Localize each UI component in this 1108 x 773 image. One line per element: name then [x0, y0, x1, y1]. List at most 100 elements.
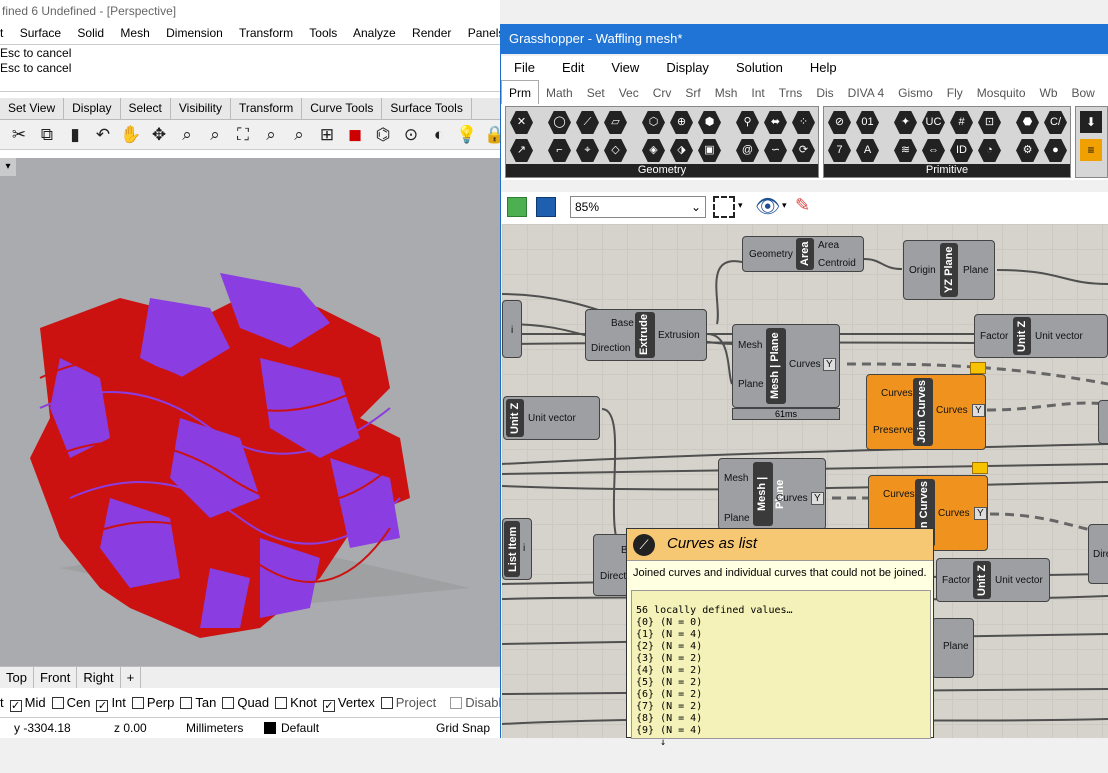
chevron-down-icon[interactable]: ▾ — [738, 200, 743, 211]
area-component[interactable]: Geometry Area Area Centroid — [742, 236, 864, 272]
mesh-face-param-icon[interactable]: ▣ — [698, 139, 721, 162]
join-curves-component[interactable]: Curves Preserve Join Curves Curves Y — [866, 374, 986, 450]
gh-tab[interactable]: Int — [744, 81, 771, 105]
gh-tab-prm[interactable]: Prm — [501, 80, 539, 104]
unit-z-component[interactable]: Factor Unit Z Unit vector — [974, 314, 1108, 358]
sphere-icon[interactable]: ◐ — [428, 124, 450, 146]
gh-tab[interactable]: Crv — [646, 81, 679, 105]
primitive-panel-label[interactable]: Primitive — [824, 164, 1070, 177]
output-extrusion[interactable]: Extrusion — [658, 330, 700, 341]
gh-menu-display[interactable]: Display — [666, 60, 709, 75]
tab-select[interactable]: Select — [121, 98, 171, 119]
interval-param-icon[interactable]: ⇔ — [922, 139, 945, 162]
perspective-viewport[interactable] — [0, 158, 500, 666]
zoom-extents-icon[interactable] — [713, 196, 735, 218]
gh-menu-edit[interactable]: Edit — [562, 60, 584, 75]
input-plane[interactable]: Plane — [738, 379, 764, 390]
copy-icon[interactable]: ⧉ — [36, 124, 58, 146]
rhino-menu-item[interactable]: Dimension — [166, 26, 223, 40]
gh-tab[interactable]: Set — [580, 81, 612, 105]
output-centroid[interactable]: Centroid — [818, 258, 856, 269]
viewport-menu-arrow[interactable]: ▾ — [0, 158, 16, 176]
checkbox-checked-icon[interactable]: ✓ — [9, 700, 22, 712]
pan-icon[interactable]: ✋ — [120, 124, 142, 146]
guid-param-icon[interactable]: ID — [950, 139, 973, 162]
surface-param-icon[interactable]: ▱ — [604, 111, 627, 134]
checkbox-icon[interactable] — [180, 697, 193, 709]
gh-tab[interactable]: Trns — [772, 81, 810, 105]
time-param-icon[interactable]: ◔ — [978, 139, 1001, 162]
number-param-icon[interactable]: ✦ — [894, 111, 917, 134]
mesh-plane-component[interactable]: Mesh Plane Mesh | Plane Curves Y — [732, 324, 840, 408]
gh-tab[interactable]: Srf — [678, 81, 707, 105]
chevron-down-icon[interactable]: ▾ — [782, 200, 787, 211]
osnap-project[interactable]: Project — [375, 695, 436, 710]
input-direct[interactable]: Direct — [600, 571, 626, 582]
gh-tab[interactable]: Msh — [708, 81, 745, 105]
circle-param-icon[interactable]: ◯ — [548, 111, 571, 134]
domain-param-icon[interactable]: ⊡ — [978, 111, 1001, 134]
osnap-quad[interactable]: Quad — [216, 695, 269, 710]
curve-param-icon[interactable]: ⟋ — [576, 111, 599, 134]
checkbox-icon[interactable] — [380, 697, 393, 709]
osnap-disable[interactable]: Disable — [436, 695, 509, 710]
output-area[interactable]: Area — [818, 240, 839, 251]
checkbox-checked-icon[interactable]: ✓ — [322, 700, 335, 712]
checkbox-icon[interactable] — [51, 697, 64, 709]
zoom-all-icon[interactable]: ⌕ — [288, 124, 310, 146]
output-unit-vector[interactable]: Unit vector — [995, 575, 1043, 586]
point-param-icon[interactable]: ✕ — [510, 111, 533, 134]
tab-set-view[interactable]: Set View — [0, 98, 65, 119]
plane-component-partial[interactable]: Plane — [932, 618, 974, 678]
sketch-pen-icon[interactable]: ✎ — [795, 195, 810, 216]
gh-menu-file[interactable]: File — [514, 60, 535, 75]
gh-menu-solution[interactable]: Solution — [736, 60, 783, 75]
gh-menu-help[interactable]: Help — [810, 60, 837, 75]
input-factor[interactable]: Factor — [980, 331, 1008, 342]
output-unit-vector[interactable]: Unit vector — [1035, 331, 1083, 342]
rectangle-param-icon[interactable]: ◇ — [604, 139, 627, 162]
input-mesh[interactable]: Mesh — [724, 473, 748, 484]
status-units[interactable]: Millimeters — [186, 718, 243, 739]
panel-icon[interactable]: ≡ — [1080, 139, 1102, 161]
text-param-icon[interactable]: A — [856, 139, 879, 162]
gh-tab[interactable]: Mosquito — [970, 81, 1033, 105]
loop-param-icon[interactable]: ∽ — [764, 139, 787, 162]
viewport-tab-front[interactable]: Front — [34, 667, 78, 688]
output-i[interactable]: i — [523, 543, 525, 554]
colour-param-icon[interactable]: C/ — [1044, 111, 1067, 134]
component-partial-right[interactable]: Dire — [1088, 524, 1108, 584]
rhino-menu-item[interactable]: Analyze — [353, 26, 396, 40]
shader-param-icon[interactable]: ● — [1044, 139, 1067, 162]
zoom-extents-icon[interactable]: ⛶ — [232, 124, 254, 146]
zoom-selected-icon[interactable]: ⌕ — [260, 124, 282, 146]
rhino-menu-item[interactable]: Transform — [239, 26, 293, 40]
checkbox-icon[interactable] — [275, 697, 288, 709]
rhino-menu-item[interactable]: Tools — [309, 26, 337, 40]
zoom-icon[interactable]: ⌕ — [176, 124, 198, 146]
twisted-box-param-icon[interactable]: ⬗ — [670, 139, 693, 162]
light-icon[interactable]: 💡 — [456, 124, 478, 146]
shape-param-icon[interactable]: ⬣ — [1016, 111, 1039, 134]
input-base[interactable]: Base — [611, 318, 634, 329]
preview-eye-icon[interactable]: 👁 — [755, 194, 780, 219]
list-item-component[interactable]: List Item i — [502, 518, 532, 580]
input-direction[interactable]: Direction — [591, 343, 630, 354]
vector-param-icon[interactable]: ↗ — [510, 139, 533, 162]
gh-tab[interactable]: Wb — [1033, 81, 1065, 105]
tab-display[interactable]: Display — [64, 98, 121, 119]
grid-param-icon[interactable]: # — [950, 111, 973, 134]
rotate-icon[interactable]: ✥ — [148, 124, 170, 146]
input-plane[interactable]: Plane — [724, 513, 750, 524]
osnap-cen[interactable]: Cen — [46, 695, 90, 710]
integer-param-icon[interactable]: 7 — [828, 139, 851, 162]
input-origin[interactable]: Origin — [909, 265, 936, 276]
save-file-icon[interactable] — [536, 197, 556, 217]
gh-tab[interactable]: Gismo — [891, 81, 940, 105]
checkbox-icon[interactable] — [131, 697, 144, 709]
viewport-tab-top[interactable]: Top — [0, 667, 34, 688]
osnap-knot[interactable]: Knot — [269, 695, 317, 710]
input-preserve[interactable]: Preserve — [873, 425, 913, 436]
rhino-menu-item[interactable]: Render — [412, 26, 451, 40]
osnap-tan[interactable]: Tan — [174, 695, 216, 710]
